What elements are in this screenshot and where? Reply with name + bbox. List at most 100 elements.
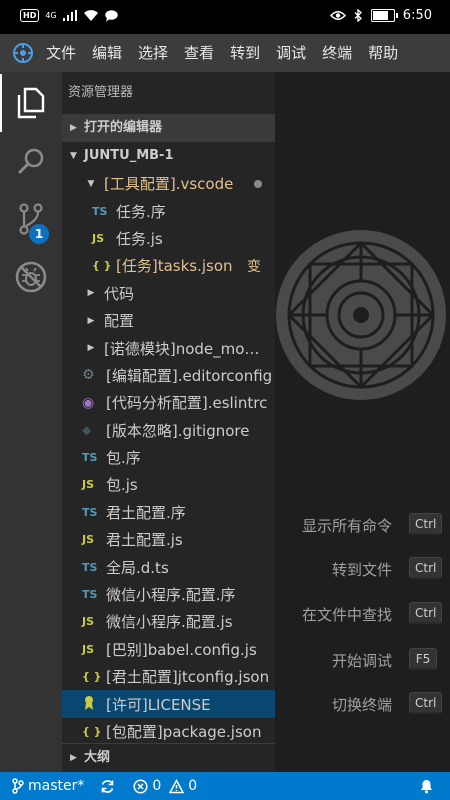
shortcut-go-to-file[interactable]: 转到文件 Ctrl bbox=[275, 557, 450, 581]
json-icon: { } bbox=[82, 725, 102, 738]
error-count: 0 bbox=[152, 778, 162, 794]
outline-label: 大纲 bbox=[84, 750, 111, 765]
hd-icon: HD bbox=[20, 9, 40, 22]
tree-item-label: [包配置]package.json bbox=[106, 723, 262, 741]
menu-help[interactable]: 帮助 bbox=[360, 34, 406, 72]
tree-item-file[interactable]: JS 包.js bbox=[62, 471, 275, 498]
modified-dot-icon bbox=[254, 180, 262, 188]
scm-badge: 1 bbox=[29, 224, 49, 244]
sidebar-title: 资源管理器 bbox=[68, 85, 134, 100]
open-editors-header[interactable]: ▶ 打开的编辑器 bbox=[62, 114, 275, 142]
tree-item-folder[interactable]: ▶ 代码 bbox=[62, 280, 275, 307]
menu-view[interactable]: 查看 bbox=[176, 34, 222, 72]
typescript-icon: TS bbox=[82, 451, 98, 465]
notifications-button[interactable] bbox=[419, 777, 434, 798]
javascript-icon: JS bbox=[82, 642, 95, 656]
vscode-watermark-icon bbox=[276, 230, 446, 400]
shortcut-toggle-terminal[interactable]: 切换终端 Ctrl bbox=[275, 692, 450, 716]
keybinding-chip: Ctrl bbox=[409, 513, 443, 535]
menu-terminal[interactable]: 终端 bbox=[314, 34, 360, 72]
tree-item-folder[interactable]: ▶ 配置 bbox=[62, 307, 275, 334]
tree-item-label: [许可]LICENSE bbox=[106, 695, 211, 714]
tree-item-label: [任务]tasks.json bbox=[116, 257, 233, 276]
bluetooth-icon bbox=[354, 9, 362, 22]
tree-item-vscode-folder[interactable]: ▼ [工具配置].vscode bbox=[62, 170, 275, 197]
status-bar: master* 0 0 bbox=[0, 772, 450, 800]
chevron-right-icon: ▶ bbox=[70, 123, 77, 133]
shortcut-start-debugging[interactable]: 开始调试 F5 bbox=[275, 648, 450, 672]
project-header[interactable]: ▼ JUNTU_MB-1 bbox=[62, 142, 275, 170]
tree-item-label: [版本忽略].gitignore bbox=[106, 421, 250, 440]
typescript-icon: TS bbox=[92, 204, 108, 218]
message-icon bbox=[104, 9, 118, 21]
menu-file[interactable]: 文件 bbox=[38, 34, 84, 72]
menu-go[interactable]: 转到 bbox=[222, 34, 268, 72]
tree-item-file[interactable]: JS [巴别]babel.config.js bbox=[62, 636, 275, 663]
tree-item-label: [编辑配置].editorconfig bbox=[106, 366, 273, 385]
tree-item-file[interactable]: TS 包.序 bbox=[62, 444, 275, 471]
explorer-sidebar: 资源管理器 ▶ 打开的编辑器 ▼ JUNTU_MB-1 ▼ [工具配置].vsc… bbox=[62, 72, 275, 772]
tree-item-label: 君土配置.js bbox=[106, 531, 183, 550]
chevron-right-icon: ▶ bbox=[70, 753, 77, 763]
debug-button[interactable] bbox=[0, 248, 62, 306]
error-icon bbox=[133, 778, 148, 794]
modified-marker: 变 bbox=[247, 258, 261, 275]
shortcut-show-commands[interactable]: 显示所有命令 Ctrl bbox=[275, 513, 450, 537]
chevron-right-icon: ▶ bbox=[87, 315, 95, 326]
keybinding-chip: Ctrl bbox=[409, 557, 443, 579]
menu-debug[interactable]: 调试 bbox=[268, 34, 314, 72]
source-control-button[interactable]: 1 bbox=[0, 190, 62, 248]
tree-item-file[interactable]: { } [君土配置]jtconfig.json bbox=[62, 663, 275, 690]
editor-area: 显示所有命令 Ctrl 转到文件 Ctrl 在文件中查找 Ctrl 开始调试 F… bbox=[275, 72, 450, 772]
tree-item-file[interactable]: { } [任务]tasks.json 变 bbox=[62, 252, 275, 279]
tree-item-file[interactable]: { } [包配置]package.json bbox=[62, 718, 275, 745]
project-name: JUNTU_MB-1 bbox=[84, 148, 174, 163]
branch-indicator[interactable]: master* bbox=[12, 778, 84, 794]
javascript-icon: JS bbox=[82, 478, 95, 492]
tree-item-file[interactable]: TS 微信小程序.配置.序 bbox=[62, 581, 275, 608]
eye-icon bbox=[329, 11, 346, 20]
tree-item-file[interactable]: TS 君土配置.序 bbox=[62, 499, 275, 526]
outline-header[interactable]: ▶ 大纲 bbox=[62, 743, 275, 772]
search-button[interactable] bbox=[0, 132, 62, 190]
tree-item-label: 包.序 bbox=[106, 449, 141, 468]
tree-item-folder[interactable]: ▶ [诺德模块]node_mo… bbox=[62, 334, 275, 361]
app-logo-icon[interactable] bbox=[8, 34, 38, 72]
tree-item-file-selected[interactable]: [许可]LICENSE bbox=[62, 690, 275, 718]
bell-icon bbox=[421, 780, 432, 794]
menu-bar: 文件 编辑 选择 查看 转到 调试 终端 帮助 bbox=[0, 34, 450, 72]
tree-item-label: 代码 bbox=[104, 284, 135, 303]
tree-item-label: [君土配置]jtconfig.json bbox=[106, 668, 270, 687]
sync-button[interactable] bbox=[100, 779, 115, 794]
files-icon bbox=[17, 87, 45, 119]
tree-item-label: 任务.js bbox=[116, 229, 163, 248]
menu-selection[interactable]: 选择 bbox=[130, 34, 176, 72]
tree-item-label: 全局.d.ts bbox=[106, 558, 169, 577]
keybinding-chip: Ctrl bbox=[409, 602, 443, 624]
tree-item-file[interactable]: TS 任务.序 bbox=[62, 197, 275, 224]
gear-icon: ⚙ bbox=[82, 367, 95, 384]
tree-item-file[interactable]: JS 微信小程序.配置.js bbox=[62, 608, 275, 635]
wifi-icon bbox=[83, 9, 98, 21]
tree-item-file[interactable]: JS 君土配置.js bbox=[62, 526, 275, 553]
tree-item-label: [工具配置].vscode bbox=[104, 175, 234, 194]
problems-indicator[interactable]: 0 0 bbox=[133, 778, 197, 794]
warning-count: 0 bbox=[188, 778, 198, 794]
git-branch-icon bbox=[12, 778, 24, 794]
git-icon: ◆ bbox=[82, 423, 92, 438]
tree-item-label: [巴别]babel.config.js bbox=[106, 640, 257, 659]
tree-item-file[interactable]: ⚙ [编辑配置].editorconfig bbox=[62, 362, 275, 389]
tree-item-label: 任务.序 bbox=[116, 202, 166, 221]
tree-item-file[interactable]: TS 全局.d.ts bbox=[62, 553, 275, 580]
tree-item-file[interactable]: ◆ [版本忽略].gitignore bbox=[62, 417, 275, 444]
tree-item-file[interactable]: ◉ [代码分析配置].eslintrc bbox=[62, 389, 275, 416]
branch-name: master* bbox=[28, 778, 85, 794]
tree-item-label: 微信小程序.配置.序 bbox=[106, 586, 236, 605]
tree-item-file[interactable]: JS 任务.js bbox=[62, 225, 275, 252]
menu-edit[interactable]: 编辑 bbox=[84, 34, 130, 72]
shortcut-find-in-files[interactable]: 在文件中查找 Ctrl bbox=[275, 602, 450, 626]
javascript-icon: JS bbox=[82, 615, 95, 629]
keybinding-chip: Ctrl bbox=[409, 692, 443, 714]
tree-item-label: 配置 bbox=[104, 312, 135, 331]
explorer-button[interactable] bbox=[0, 74, 62, 132]
